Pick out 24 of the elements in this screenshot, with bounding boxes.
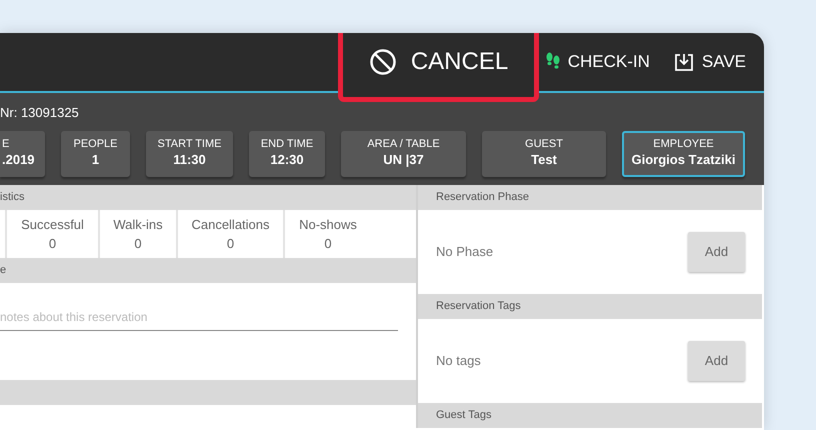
save-button[interactable]: SAVE (674, 49, 746, 75)
section-header: e (0, 258, 416, 283)
check-in-button[interactable]: CHECK-IN (546, 49, 650, 75)
note-input-field[interactable]: notes about this reservation (0, 308, 398, 331)
add-button[interactable]: Add (688, 341, 745, 381)
cancel-button[interactable]: CANCEL (338, 33, 539, 102)
field-tile[interactable]: GUEST Test (482, 130, 606, 176)
save-icon (674, 52, 694, 72)
section-header: Reservation Tags (418, 294, 762, 319)
field-tile[interactable]: START TIME 11:30 (146, 130, 233, 176)
section-header: Guest Tags (418, 403, 762, 428)
empty-state-text: No Phase (436, 243, 494, 262)
reservation-number: Nr: 13091325 (0, 104, 80, 122)
prohibited-icon (368, 48, 397, 76)
field-tile[interactable]: END TIME 12:30 (249, 130, 325, 176)
statistic-cell-text: No-shows 0 (298, 216, 358, 253)
field-tile[interactable]: AREA / TABLE UN |37 (341, 130, 466, 176)
field-tile[interactable]: EMPLOYEE Giorgios Tzatziki (622, 130, 745, 176)
empty-state-text: No tags (436, 352, 481, 370)
field-tile[interactable]: E .2019 (0, 130, 45, 176)
section-header: Reservation Phase (418, 185, 762, 210)
field-tile[interactable]: PEOPLE 1 (61, 130, 130, 176)
add-button[interactable]: Add (688, 232, 745, 272)
section-header: istics (0, 185, 416, 210)
